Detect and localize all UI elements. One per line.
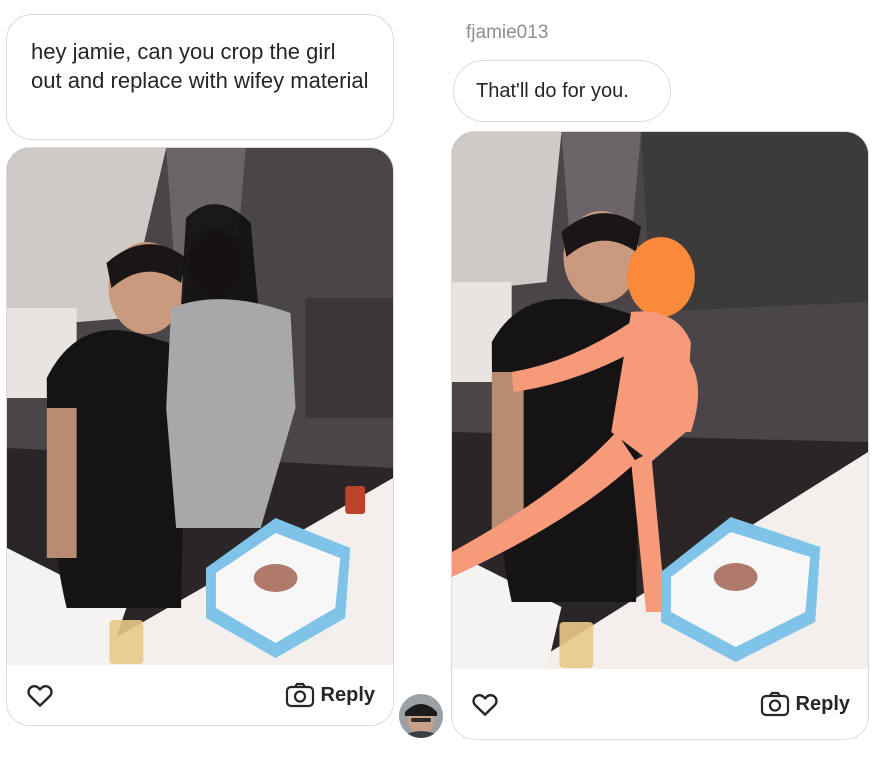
edited-photo[interactable] xyxy=(452,132,868,670)
sent-message-bubble: hey jamie, can you crop the girl out and… xyxy=(6,14,394,140)
edited-photo-actions: Reply xyxy=(452,669,868,739)
original-photo[interactable] xyxy=(7,148,393,666)
reply-button[interactable]: Reply xyxy=(760,691,850,717)
reply-label: Reply xyxy=(320,683,375,706)
original-photo-card[interactable]: Reply xyxy=(6,147,394,726)
heart-outline-icon[interactable] xyxy=(25,680,55,710)
reply-message-text: That'll do for you. xyxy=(476,80,629,102)
reply-username: fjamie013 xyxy=(466,22,549,43)
camera-icon xyxy=(760,691,789,717)
user-avatar[interactable] xyxy=(399,694,443,738)
original-photo-actions: Reply xyxy=(7,665,393,725)
edited-photo-card[interactable]: Reply xyxy=(451,131,869,740)
reply-button[interactable]: Reply xyxy=(285,682,375,708)
camera-icon xyxy=(285,682,314,708)
reply-message-bubble: That'll do for you. xyxy=(453,60,671,122)
sent-message-text: hey jamie, can you crop the girl out and… xyxy=(31,39,369,93)
reply-label: Reply xyxy=(795,692,850,715)
heart-outline-icon[interactable] xyxy=(470,689,500,719)
